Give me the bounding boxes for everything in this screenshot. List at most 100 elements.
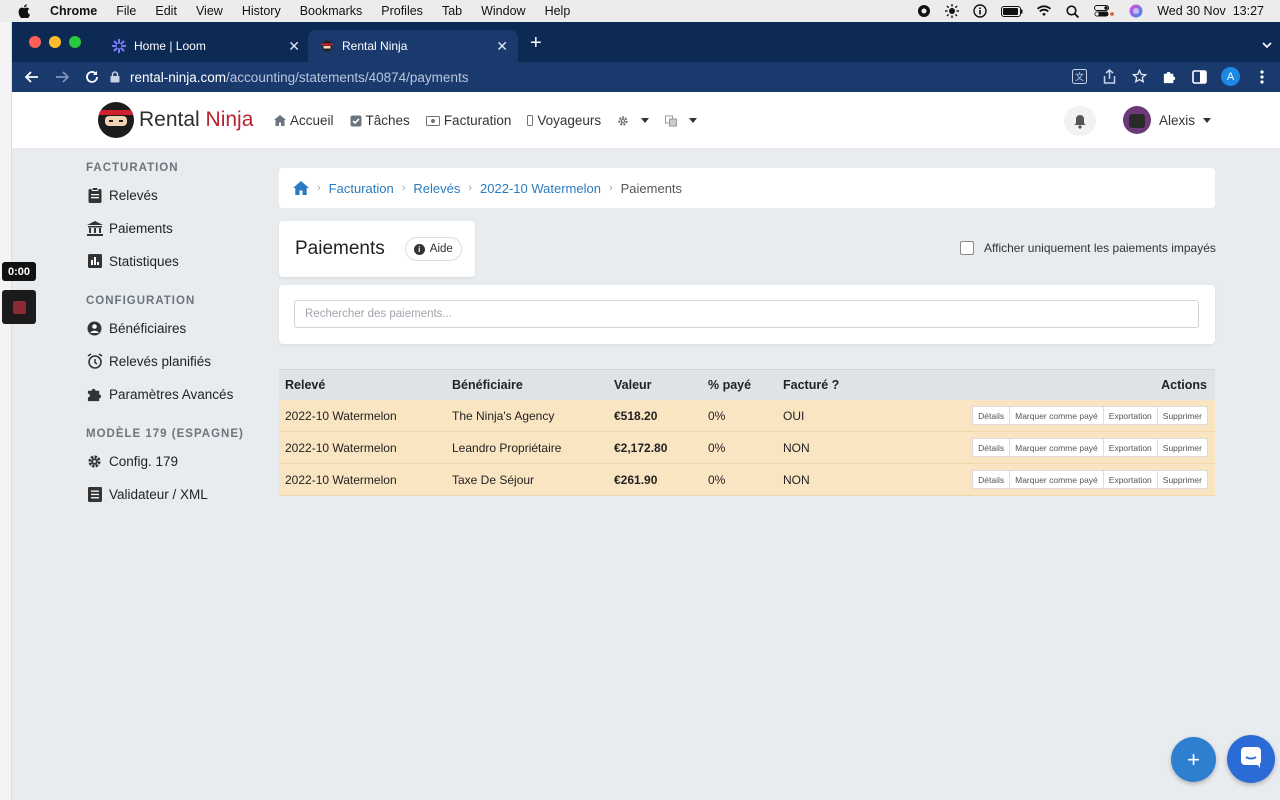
language-icon	[665, 115, 678, 127]
sidebar-item-validateur-xml[interactable]: Validateur / XML	[86, 483, 266, 505]
chevron-down-icon	[641, 118, 650, 123]
nav-settings-dropdown[interactable]	[617, 115, 650, 127]
cell-facture: OUI	[783, 408, 805, 423]
nav-facturation-label: Facturation	[443, 113, 512, 128]
rental-ninja-logo[interactable]: Rental Ninja	[98, 102, 253, 138]
details-button[interactable]: Détails	[972, 438, 1011, 457]
table-row: 2022-10 Watermelon Taxe De Séjour €261.9…	[279, 464, 1215, 496]
close-tab-icon[interactable]: ✕	[496, 38, 508, 55]
reload-icon[interactable]	[84, 69, 100, 85]
background-window-edge	[0, 22, 12, 800]
battery-icon[interactable]	[1001, 4, 1023, 18]
menu-profiles[interactable]: Profiles	[381, 4, 423, 18]
unpaid-only-checkbox[interactable]	[960, 241, 974, 255]
home-icon[interactable]	[293, 180, 309, 196]
tab-search-chevron-icon[interactable]	[1262, 36, 1272, 54]
sidebar-item-releves[interactable]: Relevés	[86, 184, 266, 206]
cell-valeur: €518.20	[614, 408, 658, 423]
sidebar-item-releves-planifies[interactable]: Relevés planifiés	[86, 350, 266, 372]
column-header-valeur[interactable]: Valeur	[614, 378, 652, 392]
spotlight-search-icon[interactable]	[1065, 4, 1079, 18]
minimize-window-button[interactable]	[49, 36, 61, 48]
column-header-releve[interactable]: Relevé	[285, 378, 325, 392]
mark-paid-button[interactable]: Marquer comme payé	[1009, 406, 1104, 425]
menu-bookmarks[interactable]: Bookmarks	[300, 4, 363, 18]
close-window-button[interactable]	[29, 36, 41, 48]
user-name: Alexis	[1159, 112, 1196, 128]
mark-paid-button[interactable]: Marquer comme payé	[1009, 470, 1104, 489]
nav-voyageurs[interactable]: Voyageurs	[527, 113, 601, 128]
mark-paid-button[interactable]: Marquer comme payé	[1009, 438, 1104, 457]
control-center-icon[interactable]	[1093, 4, 1115, 18]
menu-help[interactable]: Help	[545, 4, 571, 18]
close-tab-icon[interactable]: ✕	[288, 38, 300, 55]
delete-button[interactable]: Supprimer	[1156, 438, 1208, 457]
menu-file[interactable]: File	[116, 4, 136, 18]
unpaid-only-filter[interactable]: Afficher uniquement les paiements impayé…	[960, 241, 1216, 255]
column-header-pct-paye[interactable]: % payé	[708, 378, 751, 392]
cell-facture: NON	[783, 440, 810, 455]
add-floating-button[interactable]: +	[1171, 737, 1216, 782]
new-tab-button[interactable]: +	[530, 33, 542, 53]
sidebar-item-config-179[interactable]: Config. 179	[86, 450, 266, 472]
menu-chrome[interactable]: Chrome	[50, 4, 97, 18]
app-navbar: Rental Ninja Accueil Tâches Facturation …	[12, 92, 1280, 149]
export-button[interactable]: Exportation	[1102, 438, 1158, 457]
zoom-window-button[interactable]	[69, 36, 81, 48]
help-button[interactable]: i Aide	[404, 237, 462, 261]
chat-support-button[interactable]	[1227, 735, 1275, 783]
breadcrumb-statement[interactable]: 2022-10 Watermelon	[480, 181, 601, 196]
menu-edit[interactable]: Edit	[155, 4, 177, 18]
side-panel-icon[interactable]	[1191, 69, 1207, 85]
wifi-icon[interactable]	[1037, 4, 1052, 18]
export-button[interactable]: Exportation	[1102, 470, 1158, 489]
bookmark-star-icon[interactable]	[1131, 69, 1147, 85]
url-field[interactable]: rental-ninja.com/accounting/statements/4…	[110, 65, 1220, 89]
user-menu[interactable]: Alexis	[1123, 106, 1212, 134]
info-status-icon[interactable]	[973, 4, 987, 18]
nav-accueil[interactable]: Accueil	[274, 113, 334, 128]
nav-taches-label: Tâches	[365, 113, 410, 128]
back-arrow-icon[interactable]	[24, 69, 40, 85]
chrome-menu-icon[interactable]	[1254, 69, 1270, 85]
lock-icon[interactable]	[110, 71, 122, 83]
share-icon[interactable]	[1101, 69, 1117, 85]
apple-icon[interactable]	[18, 4, 32, 18]
menu-window[interactable]: Window	[481, 4, 525, 18]
sidebar-item-paiements[interactable]: Paiements	[86, 217, 266, 239]
details-button[interactable]: Détails	[972, 406, 1011, 425]
nav-taches[interactable]: Tâches	[350, 113, 410, 128]
translate-icon[interactable]: 文	[1071, 69, 1087, 85]
delete-button[interactable]: Supprimer	[1156, 406, 1208, 425]
forward-arrow-icon[interactable]	[54, 69, 70, 85]
loom-status-icon[interactable]	[917, 4, 931, 18]
tab-home-loom[interactable]: Home | Loom ✕	[100, 30, 310, 62]
sidebar-item-parametres-avances[interactable]: Paramètres Avancés	[86, 383, 266, 405]
cell-facture: NON	[783, 472, 810, 487]
delete-button[interactable]: Supprimer	[1156, 470, 1208, 489]
search-input[interactable]	[294, 300, 1199, 328]
menu-view[interactable]: View	[196, 4, 223, 18]
export-button[interactable]: Exportation	[1102, 406, 1158, 425]
extensions-puzzle-icon[interactable]	[1161, 69, 1177, 85]
clock[interactable]: Wed 30 Nov 13:27	[1157, 4, 1264, 18]
tab-rental-ninja[interactable]: Rental Ninja ✕	[308, 30, 518, 62]
nav-facturation[interactable]: Facturation	[425, 113, 512, 128]
notifications-bell-icon[interactable]	[1064, 106, 1096, 136]
column-header-beneficiaire[interactable]: Bénéficiaire	[452, 378, 523, 392]
profile-avatar[interactable]: A	[1221, 67, 1240, 86]
menu-tab[interactable]: Tab	[442, 4, 462, 18]
siri-icon[interactable]	[1129, 4, 1143, 18]
sidebar-item-statistiques[interactable]: Statistiques	[86, 250, 266, 272]
details-button[interactable]: Détails	[972, 470, 1011, 489]
breadcrumb-facturation[interactable]: Facturation	[329, 181, 394, 196]
nav-language-dropdown[interactable]	[665, 115, 698, 127]
loom-stop-button[interactable]	[2, 290, 36, 324]
breadcrumb-releves[interactable]: Relevés	[413, 181, 460, 196]
cell-beneficiaire: The Ninja's Agency	[452, 408, 555, 423]
sidebar-item-beneficiaires[interactable]: Bénéficiaires	[86, 317, 266, 339]
brightness-icon[interactable]	[945, 4, 960, 18]
menu-history[interactable]: History	[242, 4, 281, 18]
cell-releve: 2022-10 Watermelon	[285, 472, 397, 487]
column-header-facture[interactable]: Facturé ?	[783, 378, 839, 392]
